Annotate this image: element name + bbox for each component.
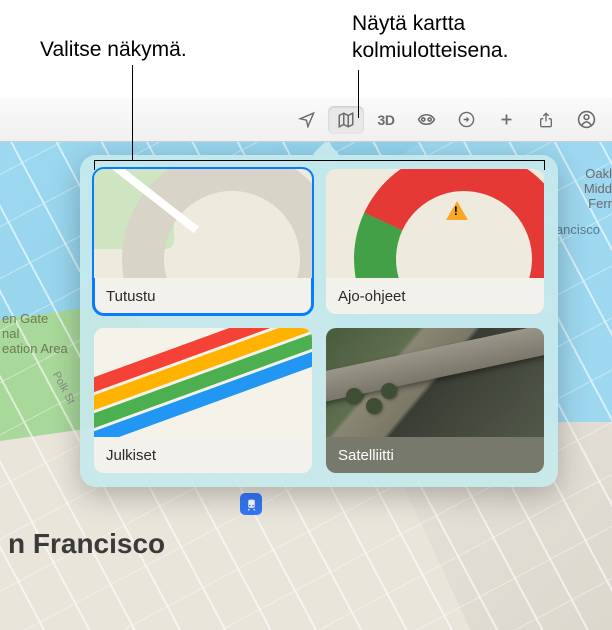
map-tile-driving[interactable]: Ajo-ohjeet bbox=[326, 169, 544, 314]
tile-label: Tutustu bbox=[94, 278, 312, 314]
location-button[interactable] bbox=[288, 106, 324, 134]
callout-show-3d: Näytä kartta kolmiulotteisena. bbox=[352, 10, 612, 65]
tile-preview bbox=[94, 169, 312, 278]
tile-preview bbox=[326, 328, 544, 437]
tile-preview bbox=[94, 328, 312, 437]
callout-leader-line bbox=[132, 65, 133, 160]
callout-bracket bbox=[94, 160, 544, 161]
transit-station-icon[interactable] bbox=[240, 493, 262, 515]
city-label: n Francisco bbox=[8, 528, 165, 560]
map-tile-transit[interactable]: Julkiset bbox=[94, 328, 312, 473]
map-mode-popover: Tutustu Ajo-ohjeet Julkiset Satelliitti bbox=[80, 155, 558, 487]
add-button[interactable] bbox=[488, 106, 524, 134]
share-button[interactable] bbox=[528, 106, 564, 134]
account-button[interactable] bbox=[568, 106, 604, 134]
tile-label: Julkiset bbox=[94, 437, 312, 473]
callout-select-view: Valitse näkymä. bbox=[40, 36, 187, 63]
map-label-oakland: Oakl Midd Ferr bbox=[584, 166, 612, 211]
toolbar: 3D bbox=[0, 98, 612, 142]
callout-bracket bbox=[544, 160, 545, 170]
tile-label: Satelliitti bbox=[326, 437, 544, 473]
map-tile-explore[interactable]: Tutustu bbox=[94, 169, 312, 314]
tile-label: Ajo-ohjeet bbox=[326, 278, 544, 314]
map-tile-satellite[interactable]: Satelliitti bbox=[326, 328, 544, 473]
warning-icon bbox=[446, 201, 468, 220]
3d-button[interactable]: 3D bbox=[368, 106, 404, 134]
callout-bracket bbox=[94, 160, 95, 170]
tile-preview bbox=[326, 169, 544, 278]
directions-button[interactable] bbox=[448, 106, 484, 134]
look-around-button[interactable] bbox=[408, 106, 444, 134]
callout-leader-line bbox=[358, 70, 359, 118]
map-label-golden-gate: en Gate nal eation Area bbox=[2, 312, 68, 357]
